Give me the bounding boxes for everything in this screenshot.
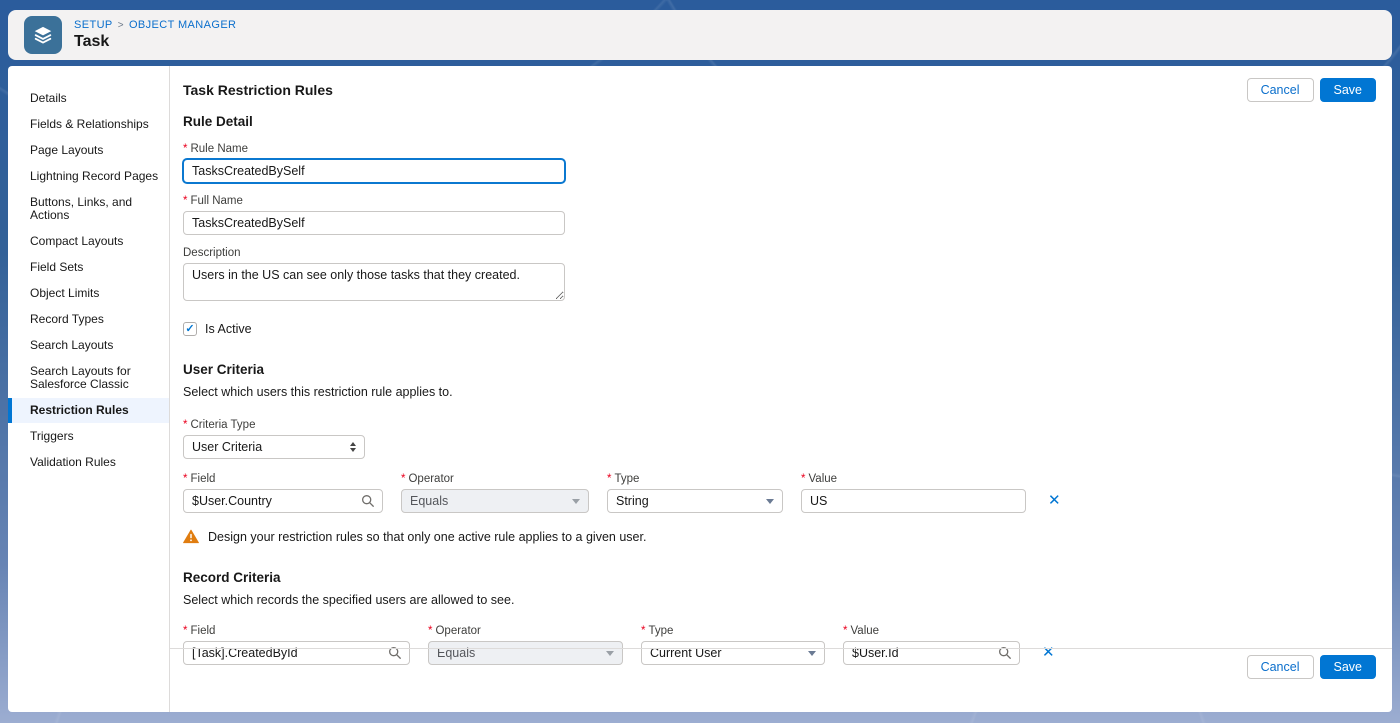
breadcrumb-separator: >: [118, 20, 124, 31]
description-textarea[interactable]: [183, 263, 565, 301]
criteria-type-label: * Criteria Type: [183, 419, 1376, 431]
user-value-label: *Value: [801, 473, 1026, 485]
record-criteria-subtitle: Select which records the specified users…: [183, 593, 1376, 607]
sidebar-item-buttons-links-actions[interactable]: Buttons, Links, and Actions: [8, 190, 169, 228]
is-active-label: Is Active: [205, 322, 252, 336]
warning-row: Design your restriction rules so that on…: [183, 529, 1376, 544]
chevron-down-icon: [766, 499, 774, 504]
full-name-label: * Full Name: [183, 195, 1376, 207]
sidebar-item-restriction-rules[interactable]: Restriction Rules: [8, 398, 169, 423]
content-card: Details Fields & Relationships Page Layo…: [8, 66, 1392, 712]
record-type-label: *Type: [641, 625, 825, 637]
criteria-type-select[interactable]: User Criteria: [183, 435, 365, 459]
layers-icon: [32, 24, 54, 46]
user-operator-select: Equals: [401, 489, 589, 513]
warning-triangle-icon: [183, 529, 199, 544]
sidebar-item-record-types[interactable]: Record Types: [8, 307, 169, 332]
user-type-label: *Type: [607, 473, 783, 485]
remove-user-criteria-button[interactable]: ✕: [1044, 489, 1065, 513]
sidebar-item-lightning-record-pages[interactable]: Lightning Record Pages: [8, 164, 169, 189]
cancel-button-bottom[interactable]: Cancel: [1247, 655, 1314, 679]
sidebar-item-triggers[interactable]: Triggers: [8, 424, 169, 449]
breadcrumb-object-manager-link[interactable]: OBJECT MANAGER: [129, 19, 236, 31]
is-active-checkbox[interactable]: ✓: [183, 322, 197, 336]
sidebar-item-object-limits[interactable]: Object Limits: [8, 281, 169, 306]
description-label: Description: [183, 247, 1376, 259]
save-button-bottom[interactable]: Save: [1320, 655, 1377, 679]
user-field-lookup-input[interactable]: [183, 489, 383, 513]
user-criteria-heading: User Criteria: [183, 362, 1376, 377]
warning-text: Design your restriction rules so that on…: [208, 530, 646, 544]
save-button-top[interactable]: Save: [1320, 78, 1377, 102]
sidebar-item-fields-relationships[interactable]: Fields & Relationships: [8, 112, 169, 137]
stepper-up-down-icon: [350, 442, 356, 452]
record-operator-label: *Operator: [428, 625, 623, 637]
section-title: Task Restriction Rules: [183, 78, 333, 98]
required-marker: *: [183, 195, 187, 207]
object-manager-sidebar: Details Fields & Relationships Page Layo…: [8, 66, 170, 712]
sidebar-item-search-layouts-classic[interactable]: Search Layouts for Salesforce Classic: [8, 359, 169, 397]
sidebar-item-page-layouts[interactable]: Page Layouts: [8, 138, 169, 163]
footer-actions: Cancel Save: [170, 648, 1392, 679]
user-value-input[interactable]: [801, 489, 1026, 513]
full-name-input[interactable]: [183, 211, 565, 235]
user-type-select[interactable]: String: [607, 489, 783, 513]
sidebar-item-validation-rules[interactable]: Validation Rules: [8, 450, 169, 475]
user-operator-label: *Operator: [401, 473, 589, 485]
user-field-label: *Field: [183, 473, 383, 485]
checkmark-icon: ✓: [185, 324, 194, 335]
page-title: Task: [74, 33, 236, 51]
rule-name-input[interactable]: [183, 159, 565, 183]
sidebar-item-search-layouts[interactable]: Search Layouts: [8, 333, 169, 358]
search-icon[interactable]: [361, 494, 375, 508]
breadcrumb-setup-link[interactable]: SETUP: [74, 19, 113, 31]
record-value-label: *Value: [843, 625, 1020, 637]
required-marker: *: [183, 419, 187, 431]
cancel-button-top[interactable]: Cancel: [1247, 78, 1314, 102]
sidebar-item-field-sets[interactable]: Field Sets: [8, 255, 169, 280]
setup-header: SETUP > OBJECT MANAGER Task: [8, 10, 1392, 60]
object-manager-icon: [24, 16, 62, 54]
record-criteria-heading: Record Criteria: [183, 570, 1376, 585]
breadcrumb: SETUP > OBJECT MANAGER: [74, 19, 236, 31]
sidebar-item-compact-layouts[interactable]: Compact Layouts: [8, 229, 169, 254]
rule-detail-heading: Rule Detail: [183, 114, 1376, 129]
user-criteria-subtitle: Select which users this restriction rule…: [183, 385, 1376, 399]
sidebar-item-details[interactable]: Details: [8, 86, 169, 111]
restriction-rules-main: Task Restriction Rules Cancel Save Rule …: [170, 66, 1392, 712]
record-field-label: *Field: [183, 625, 410, 637]
user-criteria-row: *Field *Operator Equals: [183, 473, 1376, 513]
chevron-down-icon: [572, 499, 580, 504]
required-marker: *: [183, 143, 187, 155]
rule-name-label: * Rule Name: [183, 143, 1376, 155]
